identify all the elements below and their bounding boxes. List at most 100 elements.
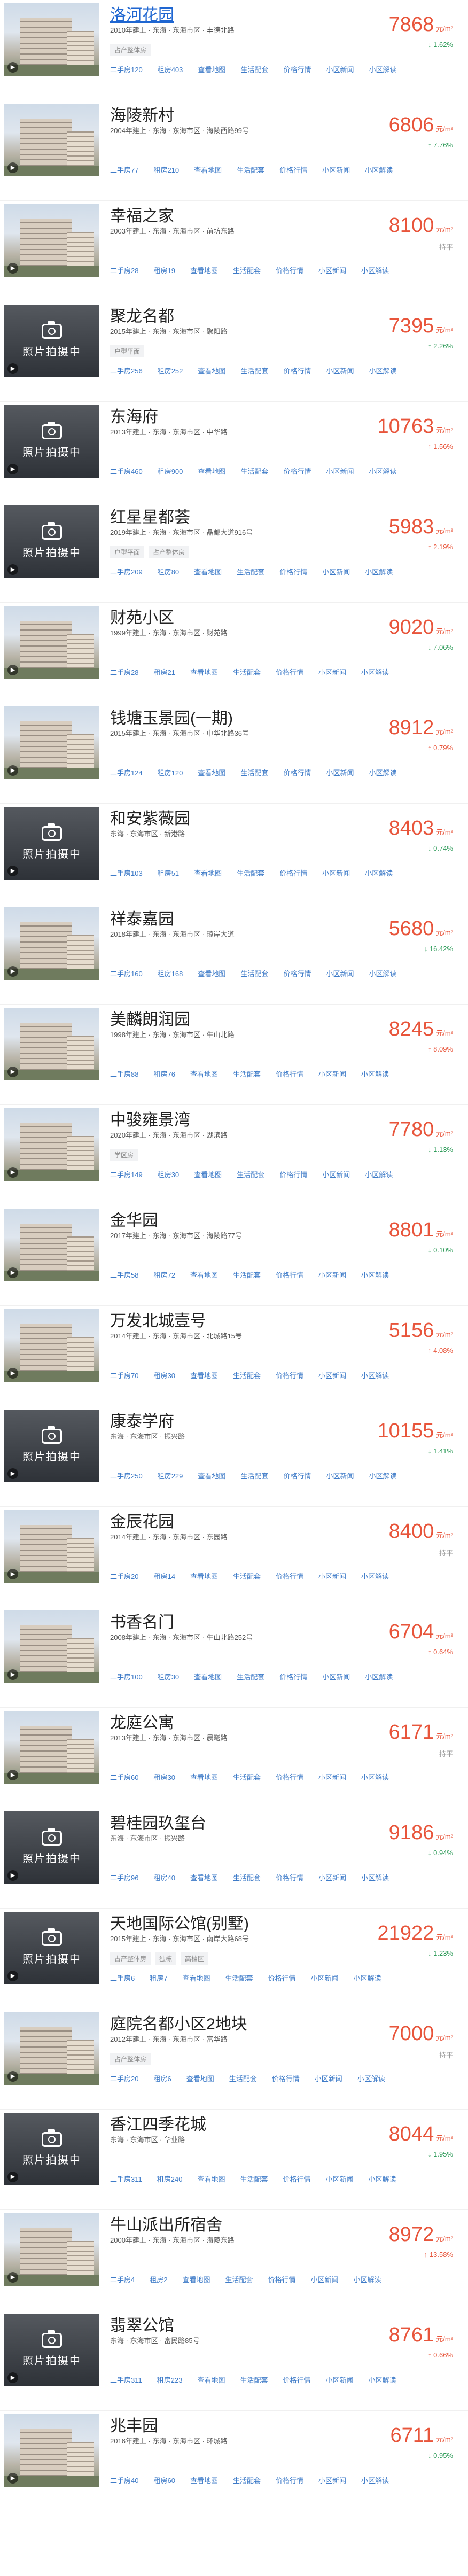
community-name[interactable]: 东海府 bbox=[110, 403, 158, 427]
community-item[interactable]: ▶ 庭院名都小区2地块 2012年建上 · 东海 · 东海市区 · 富华路 占产… bbox=[0, 2009, 468, 2110]
play-icon[interactable]: ▶ bbox=[7, 1971, 18, 1981]
community-link[interactable]: 二手房6 bbox=[110, 1973, 135, 1983]
community-link[interactable]: 二手房70 bbox=[110, 1370, 138, 1380]
community-link[interactable]: 小区解读 bbox=[361, 1370, 389, 1380]
community-link[interactable]: 生活配套 bbox=[240, 968, 268, 978]
community-link[interactable]: 生活配套 bbox=[233, 1872, 261, 1882]
community-link[interactable]: 二手房120 bbox=[110, 64, 143, 74]
community-link[interactable]: 租房120 bbox=[158, 767, 183, 777]
community-photo[interactable]: ▶ bbox=[4, 2213, 99, 2286]
community-photo[interactable]: ▶ bbox=[4, 1711, 99, 1784]
community-link[interactable]: 价格行情 bbox=[279, 868, 307, 878]
community-photo[interactable]: 照片拍摄中 ▶ bbox=[4, 2113, 99, 2185]
community-item[interactable]: 照片拍摄中 ▶ 天地国际公馆(别墅) 2015年建上 · 东海 · 东海市区 · … bbox=[0, 1909, 468, 2009]
community-link[interactable]: 二手房124 bbox=[110, 767, 143, 777]
community-link[interactable]: 价格行情 bbox=[283, 968, 311, 978]
community-link[interactable]: 小区解读 bbox=[369, 2174, 396, 2184]
community-photo[interactable]: ▶ bbox=[4, 1610, 99, 1683]
community-link[interactable]: 小区新闻 bbox=[322, 1169, 350, 1179]
community-link[interactable]: 租房21 bbox=[153, 667, 175, 677]
community-link[interactable]: 小区新闻 bbox=[318, 1270, 346, 1280]
community-link[interactable]: 小区解读 bbox=[369, 466, 396, 476]
community-link[interactable]: 查看地图 bbox=[198, 767, 225, 777]
community-link[interactable]: 小区新闻 bbox=[318, 667, 346, 677]
community-photo[interactable]: ▶ bbox=[4, 1008, 99, 1080]
community-link[interactable]: 二手房28 bbox=[110, 265, 138, 275]
community-name[interactable]: 庭院名都小区2地块 bbox=[110, 2011, 247, 2034]
community-link[interactable]: 租房223 bbox=[157, 2375, 183, 2385]
community-photo[interactable]: ▶ bbox=[4, 3, 99, 76]
community-link[interactable]: 租房72 bbox=[153, 1270, 175, 1280]
community-photo[interactable]: ▶ bbox=[4, 2414, 99, 2487]
community-link[interactable]: 小区解读 bbox=[354, 1973, 381, 1983]
play-icon[interactable]: ▶ bbox=[7, 966, 18, 977]
play-icon[interactable]: ▶ bbox=[7, 2172, 18, 2182]
community-link[interactable]: 小区解读 bbox=[357, 2073, 385, 2083]
community-link[interactable]: 租房210 bbox=[153, 165, 179, 175]
community-link[interactable]: 小区解读 bbox=[361, 2475, 389, 2485]
community-link[interactable]: 二手房209 bbox=[110, 566, 143, 577]
community-link[interactable]: 小区解读 bbox=[365, 566, 393, 577]
community-name[interactable]: 香江四季花城 bbox=[110, 2111, 206, 2135]
community-link[interactable]: 租房19 bbox=[153, 265, 175, 275]
community-link[interactable]: 价格行情 bbox=[272, 2073, 300, 2083]
community-link[interactable]: 小区解读 bbox=[361, 667, 389, 677]
community-link[interactable]: 二手房40 bbox=[110, 2475, 138, 2485]
community-item[interactable]: 照片拍摄中 ▶ 红星星都荟 2019年建上 · 东海 · 东海市区 · 晶都大道9… bbox=[0, 502, 468, 603]
community-link[interactable]: 生活配套 bbox=[237, 165, 264, 175]
community-link[interactable]: 小区新闻 bbox=[311, 2274, 339, 2284]
community-link[interactable]: 查看地图 bbox=[197, 2174, 225, 2184]
community-link[interactable]: 小区解读 bbox=[365, 1169, 393, 1179]
community-item[interactable]: ▶ 万发北城壹号 2014年建上 · 东海 · 东海市区 · 北城路15号 二手… bbox=[0, 1306, 468, 1406]
community-link[interactable]: 小区新闻 bbox=[325, 2174, 353, 2184]
community-link[interactable]: 查看地图 bbox=[190, 1772, 218, 1782]
community-link[interactable]: 二手房96 bbox=[110, 1872, 138, 1882]
community-item[interactable]: ▶ 财苑小区 1999年建上 · 东海 · 东海市区 · 财苑路 二手房28 租房… bbox=[0, 603, 468, 703]
community-link[interactable]: 二手房100 bbox=[110, 1671, 143, 1682]
community-link[interactable]: 生活配套 bbox=[229, 2073, 257, 2083]
community-link[interactable]: 价格行情 bbox=[268, 2274, 296, 2284]
community-name[interactable]: 幸福之家 bbox=[110, 203, 174, 226]
community-photo[interactable]: ▶ bbox=[4, 1309, 99, 1382]
community-name[interactable]: 天地国际公馆(别墅) bbox=[110, 1910, 249, 1934]
community-link[interactable]: 查看地图 bbox=[198, 1470, 225, 1481]
community-link[interactable]: 小区新闻 bbox=[318, 1772, 346, 1782]
play-icon[interactable]: ▶ bbox=[7, 2071, 18, 2082]
community-photo[interactable]: ▶ bbox=[4, 204, 99, 277]
community-link[interactable]: 生活配套 bbox=[237, 566, 264, 577]
community-name[interactable]: 红星星都荟 bbox=[110, 504, 190, 527]
community-link[interactable]: 价格行情 bbox=[283, 64, 311, 74]
community-photo[interactable]: ▶ bbox=[4, 1108, 99, 1181]
community-link[interactable]: 查看地图 bbox=[194, 566, 222, 577]
community-link[interactable]: 价格行情 bbox=[276, 1571, 303, 1581]
community-link[interactable]: 二手房28 bbox=[110, 667, 138, 677]
community-photo[interactable]: 照片拍摄中 ▶ bbox=[4, 505, 99, 578]
community-link[interactable]: 生活配套 bbox=[233, 1270, 261, 1280]
community-link[interactable]: 生活配套 bbox=[237, 1169, 264, 1179]
play-icon[interactable]: ▶ bbox=[7, 665, 18, 675]
community-link[interactable]: 二手房103 bbox=[110, 868, 143, 878]
community-photo[interactable]: 照片拍摄中 ▶ bbox=[4, 2314, 99, 2386]
community-link[interactable]: 租房76 bbox=[153, 1069, 175, 1079]
community-photo[interactable]: 照片拍摄中 ▶ bbox=[4, 405, 99, 478]
community-link[interactable]: 小区新闻 bbox=[322, 868, 350, 878]
community-link[interactable]: 小区解读 bbox=[369, 767, 396, 777]
community-link[interactable]: 价格行情 bbox=[276, 265, 303, 275]
community-link[interactable]: 二手房160 bbox=[110, 968, 143, 978]
community-link[interactable]: 小区解读 bbox=[361, 1571, 389, 1581]
community-link[interactable]: 小区新闻 bbox=[322, 165, 350, 175]
community-item[interactable]: 照片拍摄中 ▶ 翡翠公馆 东海 · 东海市区 · 富民路85号 二手房311 租房2… bbox=[0, 2310, 468, 2411]
community-link[interactable]: 二手房77 bbox=[110, 165, 138, 175]
community-link[interactable]: 生活配套 bbox=[233, 1571, 261, 1581]
community-name[interactable]: 海陵新村 bbox=[110, 102, 174, 126]
community-link[interactable]: 小区新闻 bbox=[311, 1973, 339, 1983]
play-icon[interactable]: ▶ bbox=[7, 765, 18, 776]
community-photo[interactable]: ▶ bbox=[4, 706, 99, 779]
community-link[interactable]: 租房7 bbox=[150, 1973, 167, 1983]
community-item[interactable]: 照片拍摄中 ▶ 聚龙名都 2015年建上 · 东海 · 东海市区 · 聚阳路 户型… bbox=[0, 301, 468, 402]
community-link[interactable]: 查看地图 bbox=[190, 1571, 218, 1581]
community-name[interactable]: 财苑小区 bbox=[110, 604, 174, 628]
community-link[interactable]: 查看地图 bbox=[182, 2274, 210, 2284]
community-link[interactable]: 价格行情 bbox=[276, 667, 303, 677]
community-link[interactable]: 生活配套 bbox=[233, 667, 261, 677]
